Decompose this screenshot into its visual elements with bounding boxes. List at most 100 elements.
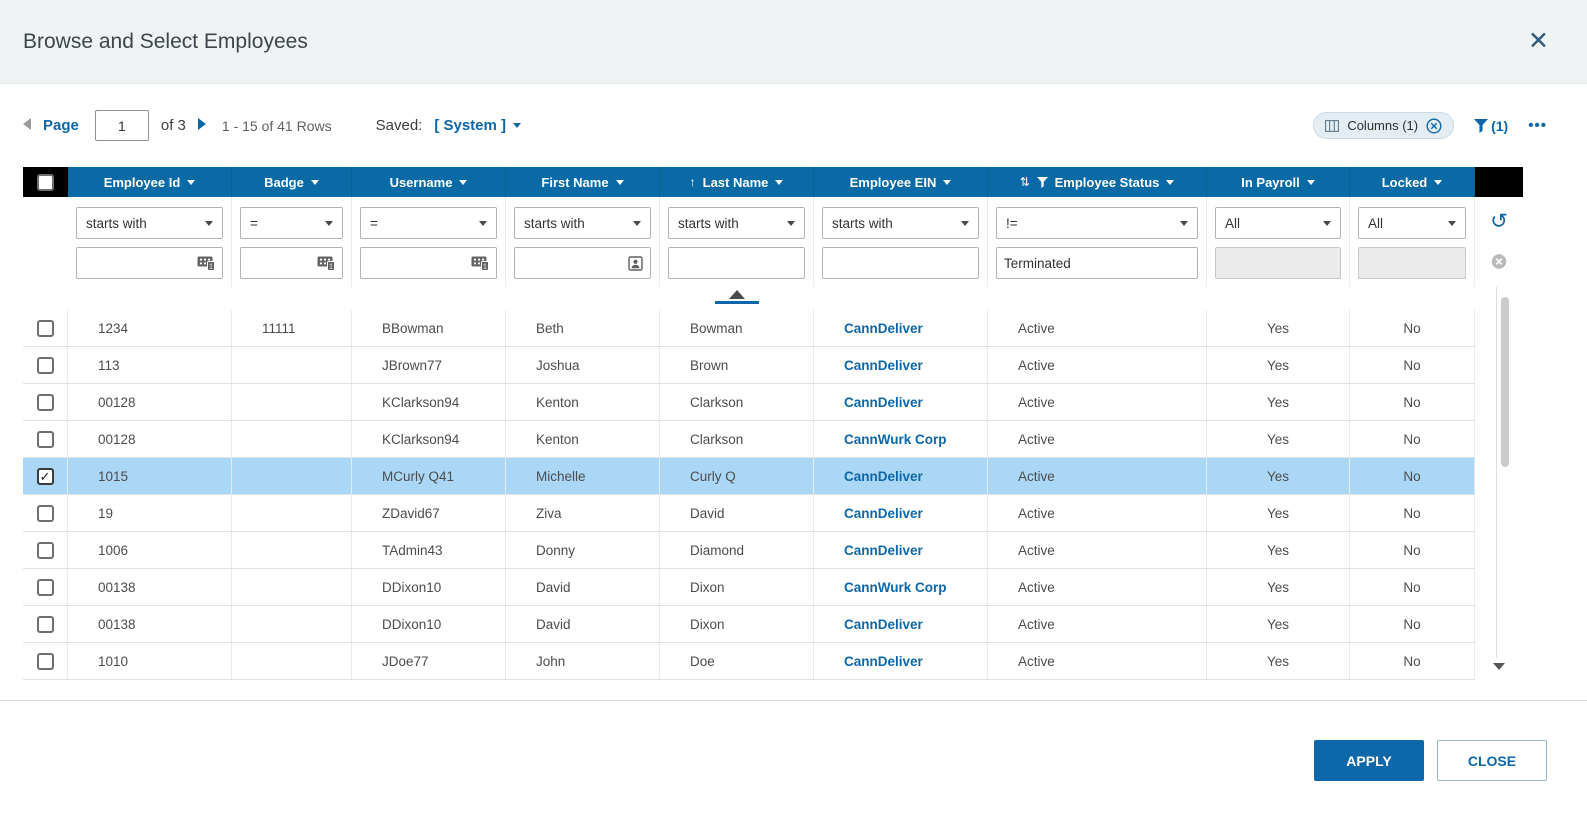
cell-employee_ein[interactable]: CannDeliver (814, 606, 988, 642)
cell-username: JDoe77 (352, 643, 506, 679)
cell-last_name: Curly Q (660, 458, 814, 494)
row-checkbox[interactable] (36, 652, 54, 670)
filter-operator-cell-employee_id: starts with (68, 197, 232, 243)
next-page-icon[interactable] (197, 117, 206, 135)
more-options-button[interactable]: ••• (1528, 117, 1547, 134)
select-all-checkbox[interactable] (37, 173, 54, 191)
table-row[interactable]: 19 ZDavid67 Ziva David CannDeliver Active Yes N… (23, 495, 1475, 532)
scrollbar-thumb[interactable] (1501, 297, 1509, 467)
filter-operator-badge[interactable]: = (240, 207, 343, 239)
cell-employee_ein[interactable]: CannDeliver (814, 384, 988, 420)
filter-value-employee_ein[interactable] (822, 247, 979, 279)
table-row[interactable]: 00138 DDixon10 David Dixon CannWurk Corp Acti… (23, 569, 1475, 606)
filter-operator-username[interactable]: = (360, 207, 497, 239)
row-select-cell (23, 532, 68, 568)
column-menu-icon[interactable] (459, 179, 468, 185)
table-row[interactable]: 1234 11111 BBowman Beth Bowman CannDeliver Act… (23, 310, 1475, 347)
column-menu-icon[interactable] (310, 179, 319, 185)
row-checkbox[interactable]: ✓ (36, 467, 54, 485)
filter-operator-first_name[interactable]: starts with (514, 207, 651, 239)
column-header-locked[interactable]: Locked (1350, 167, 1475, 197)
column-menu-icon[interactable] (1434, 179, 1443, 185)
filter-count: (1) (1491, 117, 1509, 134)
table-row[interactable]: ✓ 1015 MCurly Q41 Michelle Curly Q CannDelive… (23, 458, 1475, 495)
column-header-in_payroll[interactable]: In Payroll (1207, 167, 1350, 197)
filter-operator-employee_status[interactable]: != (996, 207, 1198, 239)
close-button[interactable]: CLOSE (1437, 740, 1547, 781)
table-row[interactable]: 00128 KClarkson94 Kenton Clarkson CannDelive… (23, 384, 1475, 421)
cell-username: TAdmin43 (352, 532, 506, 568)
table-row[interactable]: 1010 JDoe77 John Doe CannDeliver Active Yes No (23, 643, 1475, 680)
column-header-first_name[interactable]: First Name (506, 167, 660, 197)
filter-operator-employee_id[interactable]: starts with (76, 207, 223, 239)
filter-operator-last_name[interactable]: starts with (668, 207, 805, 239)
column-header-employee_ein[interactable]: Employee EIN (814, 167, 988, 197)
filter-value-employee_status[interactable]: Terminated (996, 247, 1198, 279)
table-row[interactable]: 00138 DDixon10 David Dixon CannDeliver Active… (23, 606, 1475, 643)
cell-employee_ein[interactable]: CannDeliver (814, 458, 988, 494)
filter-operator-value: = (250, 215, 258, 231)
filter-value-employee_id[interactable]: 1 (76, 247, 223, 279)
prev-page-icon[interactable] (23, 117, 31, 135)
apply-button[interactable]: APPLY (1314, 740, 1424, 781)
filter-operator-employee_ein[interactable]: starts with (822, 207, 979, 239)
row-checkbox[interactable] (36, 319, 54, 337)
filter-operator-in_payroll[interactable]: All (1215, 207, 1341, 239)
clear-columns-icon[interactable] (1426, 117, 1442, 134)
filter-value-first_name[interactable] (514, 247, 651, 279)
column-menu-icon[interactable] (775, 179, 784, 185)
row-checkbox[interactable] (36, 504, 54, 522)
column-header-username[interactable]: Username (352, 167, 506, 197)
row-checkbox[interactable] (36, 430, 54, 448)
filter-operator-locked[interactable]: All (1358, 207, 1466, 239)
cell-employee_ein[interactable]: CannWurk Corp (814, 569, 988, 605)
svg-text:1: 1 (483, 261, 487, 270)
columns-button[interactable]: Columns (1) (1313, 112, 1455, 139)
table-row[interactable]: 1006 TAdmin43 Donny Diamond CannDeliver Activ… (23, 532, 1475, 569)
svg-text:1: 1 (329, 261, 333, 270)
row-checkbox[interactable] (36, 356, 54, 374)
scrollbar-track[interactable] (1496, 287, 1497, 658)
cell-last_name: Diamond (660, 532, 814, 568)
row-checkbox[interactable] (36, 541, 54, 559)
cell-in_payroll: Yes (1207, 310, 1350, 346)
filter-value-last_name[interactable] (668, 247, 805, 279)
cell-employee_ein[interactable]: CannDeliver (814, 495, 988, 531)
column-menu-icon[interactable] (1306, 179, 1315, 185)
column-header-last_name[interactable]: ↑ Last Name (660, 167, 814, 197)
reset-filters-icon[interactable]: ↺ (1490, 211, 1508, 232)
row-checkbox[interactable] (36, 393, 54, 411)
column-header-employee_status[interactable]: ⇅ Employee Status (988, 167, 1207, 197)
filter-value-badge[interactable]: 1 (240, 247, 343, 279)
column-header-badge[interactable]: Badge (232, 167, 352, 197)
cell-employee_ein[interactable]: CannDeliver (814, 310, 988, 346)
table-row[interactable]: 113 JBrown77 Joshua Brown CannDeliver Active Y… (23, 347, 1475, 384)
cell-employee_ein[interactable]: CannDeliver (814, 532, 988, 568)
clear-filters-icon[interactable] (1491, 253, 1508, 270)
filter-operator-value: starts with (678, 215, 739, 231)
cell-employee_ein[interactable]: CannDeliver (814, 347, 988, 383)
column-menu-icon[interactable] (615, 179, 624, 185)
cell-first_name: Kenton (506, 421, 660, 457)
filter-value-cell-locked (1350, 243, 1475, 287)
cell-employee_ein[interactable]: CannDeliver (814, 643, 988, 679)
filter-operator-cell-employee_ein: starts with (814, 197, 988, 243)
row-select-cell: ✓ (23, 458, 68, 494)
saved-views-dropdown[interactable]: [ System ] (434, 117, 522, 134)
column-menu-icon[interactable] (187, 179, 196, 185)
cell-badge (232, 569, 352, 605)
column-menu-icon[interactable] (1166, 179, 1175, 185)
column-header-employee_id[interactable]: Employee Id (68, 167, 232, 197)
row-checkbox[interactable] (36, 578, 54, 596)
close-icon[interactable]: ✕ (1528, 29, 1549, 54)
filter-value-username[interactable]: 1 (360, 247, 497, 279)
filter-value-cell-username: 1 (352, 243, 506, 287)
cell-employee_ein[interactable]: CannWurk Corp (814, 421, 988, 457)
dialog-footer: APPLY CLOSE (0, 701, 1587, 781)
row-checkbox[interactable] (36, 615, 54, 633)
table-row[interactable]: 00128 KClarkson94 Kenton Clarkson CannWurk C… (23, 421, 1475, 458)
column-menu-icon[interactable] (943, 179, 952, 185)
filter-button[interactable]: (1) (1474, 118, 1508, 134)
scroll-down-icon[interactable] (1493, 657, 1505, 675)
page-input[interactable] (94, 110, 149, 141)
